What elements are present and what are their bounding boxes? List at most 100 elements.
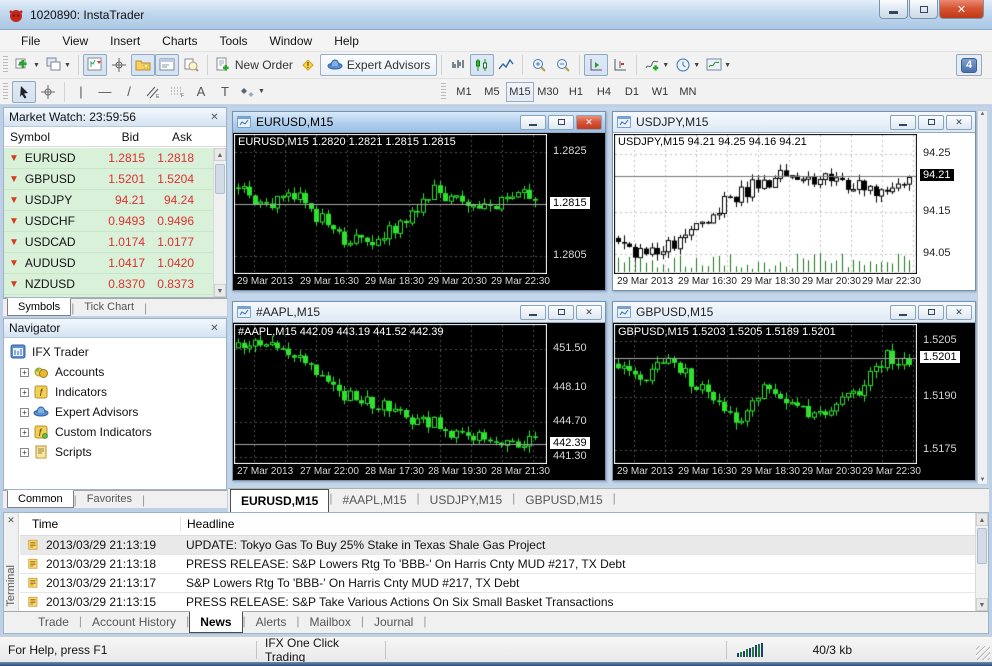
chart-tab--aapl-m15[interactable]: #AAPL,M15 (332, 489, 416, 512)
trendline-button[interactable]: / (117, 81, 141, 103)
data-window-button[interactable] (107, 54, 131, 76)
chart-plot[interactable] (234, 134, 547, 274)
chat-button[interactable]: 4 (956, 54, 982, 76)
resize-grip[interactable] (976, 646, 990, 660)
scroll-up-icon[interactable]: ▲ (214, 148, 226, 161)
chart-window-eurusd[interactable]: EURUSD,M15 ✕ EURUSD,M15 1.2820 1.2821 1.… (232, 111, 606, 291)
scroll-thumb[interactable] (215, 164, 225, 194)
terminal-scrollbar[interactable]: ▲ ▼ (975, 513, 988, 611)
metaeditor-warning-button[interactable]: ! (296, 54, 320, 76)
news-row[interactable]: 2013/03/29 21:13:17 S&P Lowers Rtg To 'BB… (20, 574, 975, 593)
timeframe-d1[interactable]: D1 (618, 82, 646, 102)
tab-tick-chart[interactable]: Tick Chart (74, 299, 144, 316)
horizontal-line-button[interactable]: — (93, 81, 117, 103)
column-headline[interactable]: Headline (180, 517, 234, 531)
chart-close-button[interactable]: ✕ (946, 114, 972, 130)
close-button[interactable]: ✕ (939, 0, 984, 19)
chart-minimize-button[interactable] (520, 114, 546, 130)
toolbar-grip[interactable] (440, 82, 446, 101)
price-scale[interactable]: 451.50 448.10 444.70 442.39 441.30 (548, 324, 605, 464)
text-label-button[interactable]: T (213, 81, 237, 103)
auto-scroll-button[interactable] (584, 54, 609, 76)
terminal-tab-news[interactable]: News (189, 611, 243, 633)
time-scale[interactable]: 29 Mar 2013 29 Mar 16:30 29 Mar 18:30 29 Ma… (614, 465, 921, 480)
minimize-button[interactable] (879, 0, 908, 19)
expand-icon[interactable]: + (20, 387, 29, 397)
chart-restore-button[interactable] (918, 114, 944, 130)
vertical-line-button[interactable]: | (69, 81, 93, 103)
tree-item-scripts[interactable]: + Scripts (18, 442, 226, 462)
profiles-button[interactable]: ▼ (43, 54, 74, 76)
toolbar-grip[interactable] (3, 82, 8, 101)
market-watch-row[interactable]: ▼ USDJPY 94.21 94.24 (4, 190, 213, 211)
column-time[interactable]: Time (20, 517, 180, 531)
menu-window[interactable]: Window (259, 32, 324, 50)
terminal-tab-alerts[interactable]: Alerts (246, 612, 297, 633)
chart-restore-button[interactable] (548, 114, 574, 130)
timeframe-m5[interactable]: M5 (478, 82, 506, 102)
news-row[interactable]: 2013/03/29 21:13:18 PRESS RELEASE: S&P Lo… (20, 555, 975, 574)
new-chart-button[interactable]: ▼ (12, 54, 43, 76)
chart-shift-button[interactable] (608, 54, 632, 76)
column-symbol[interactable]: Symbol (4, 130, 92, 144)
cursor-button[interactable] (12, 80, 36, 103)
dropdown-caret-icon[interactable]: ▼ (724, 62, 731, 69)
chart-minimize-button[interactable] (890, 114, 916, 130)
templates-button[interactable]: ▼ (703, 54, 734, 76)
scroll-up-icon[interactable]: ▲ (976, 513, 988, 526)
tab-favorites[interactable]: Favorites (77, 491, 142, 508)
navigator-close-icon[interactable]: ✕ (208, 323, 221, 334)
mdi-scrollbar[interactable]: ▲ ▼ (977, 110, 988, 485)
tree-root-ifx-trader[interactable]: IFX Trader (8, 342, 226, 362)
timeframe-mn[interactable]: MN (674, 82, 702, 102)
market-watch-row[interactable]: ▼ USDCAD 1.0174 1.0177 (4, 232, 213, 253)
zoom-out-button[interactable] (551, 54, 575, 76)
menu-file[interactable]: File (10, 32, 51, 50)
chart-minimize-button[interactable] (520, 304, 546, 320)
timeframe-w1[interactable]: W1 (646, 82, 674, 102)
chart-window-titlebar[interactable]: #AAPL,M15 ✕ (233, 302, 605, 323)
time-scale[interactable]: 27 Mar 2013 27 Mar 22:00 28 Mar 17:30 28 Ma… (234, 465, 550, 480)
chart-window-aapl[interactable]: #AAPL,M15 ✕ #AAPL,M15 442.09 443.19 441.… (232, 301, 606, 481)
periods-button[interactable]: ▼ (672, 54, 703, 76)
zoom-in-button[interactable] (527, 54, 551, 76)
time-scale[interactable]: 29 Mar 2013 29 Mar 16:30 29 Mar 18:30 29 Ma… (614, 275, 921, 290)
timeframe-m30[interactable]: M30 (534, 82, 562, 102)
text-button[interactable]: A (189, 81, 213, 103)
strategy-tester-button[interactable] (179, 54, 203, 76)
chart-window-gbpusd[interactable]: GBPUSD,M15 ✕ GBPUSD,M15 1.5203 1.5205 1.… (612, 301, 976, 481)
terminal-tab-trade[interactable]: Trade (28, 612, 79, 633)
indicators-button[interactable]: ▼ (641, 54, 672, 76)
timeframe-m15[interactable]: M15 (505, 81, 534, 102)
price-scale[interactable]: 94.25 94.21 94.15 94.05 (918, 134, 975, 274)
chart-plot[interactable] (614, 134, 917, 274)
timeframe-h4[interactable]: H4 (590, 82, 618, 102)
tab-common[interactable]: Common (7, 490, 74, 508)
one-click-trading-toggle[interactable]: IFX One Click Trading (257, 636, 385, 664)
chart-window-titlebar[interactable]: EURUSD,M15 ✕ (233, 112, 605, 133)
maximize-button[interactable] (909, 0, 938, 19)
chart-window-titlebar[interactable]: GBPUSD,M15 ✕ (613, 302, 975, 323)
chart-restore-button[interactable] (918, 304, 944, 320)
navigator-toggle-button[interactable] (130, 54, 155, 76)
expert-advisors-button[interactable]: Expert Advisors (319, 54, 438, 76)
scroll-down-icon[interactable]: ▼ (976, 598, 988, 611)
chart-line-button[interactable] (494, 54, 518, 76)
terminal-tab-account-history[interactable]: Account History (82, 612, 186, 633)
column-ask[interactable]: Ask (145, 130, 198, 144)
terminal-tab-journal[interactable]: Journal (364, 612, 423, 633)
market-watch-close-icon[interactable]: ✕ (208, 112, 221, 123)
crosshair-tool-button[interactable] (36, 81, 60, 103)
chart-plot[interactable] (234, 324, 547, 464)
arrows-button[interactable]: ▼ (237, 81, 268, 103)
price-scale[interactable]: 1.5205 1.5201 1.5190 1.5175 (918, 324, 975, 464)
dropdown-caret-icon[interactable]: ▼ (64, 62, 71, 69)
chart-window-usdjpy[interactable]: USDJPY,M15 ✕ USDJPY,M15 94.21 94.25 94.1… (612, 111, 976, 291)
tree-item-custom-indicators[interactable]: + f Custom Indicators (18, 422, 226, 442)
dropdown-caret-icon[interactable]: ▼ (693, 62, 700, 69)
chart-close-button[interactable]: ✕ (576, 114, 602, 130)
market-watch-row[interactable]: ▼EURJPY120.75120.78 (4, 295, 213, 297)
tree-item-expert-advisors[interactable]: + Expert Advisors (18, 402, 226, 422)
market-watch-row[interactable]: ▼ EURUSD 1.2815 1.2818 (4, 148, 213, 169)
scroll-down-icon[interactable]: ▼ (214, 284, 226, 297)
